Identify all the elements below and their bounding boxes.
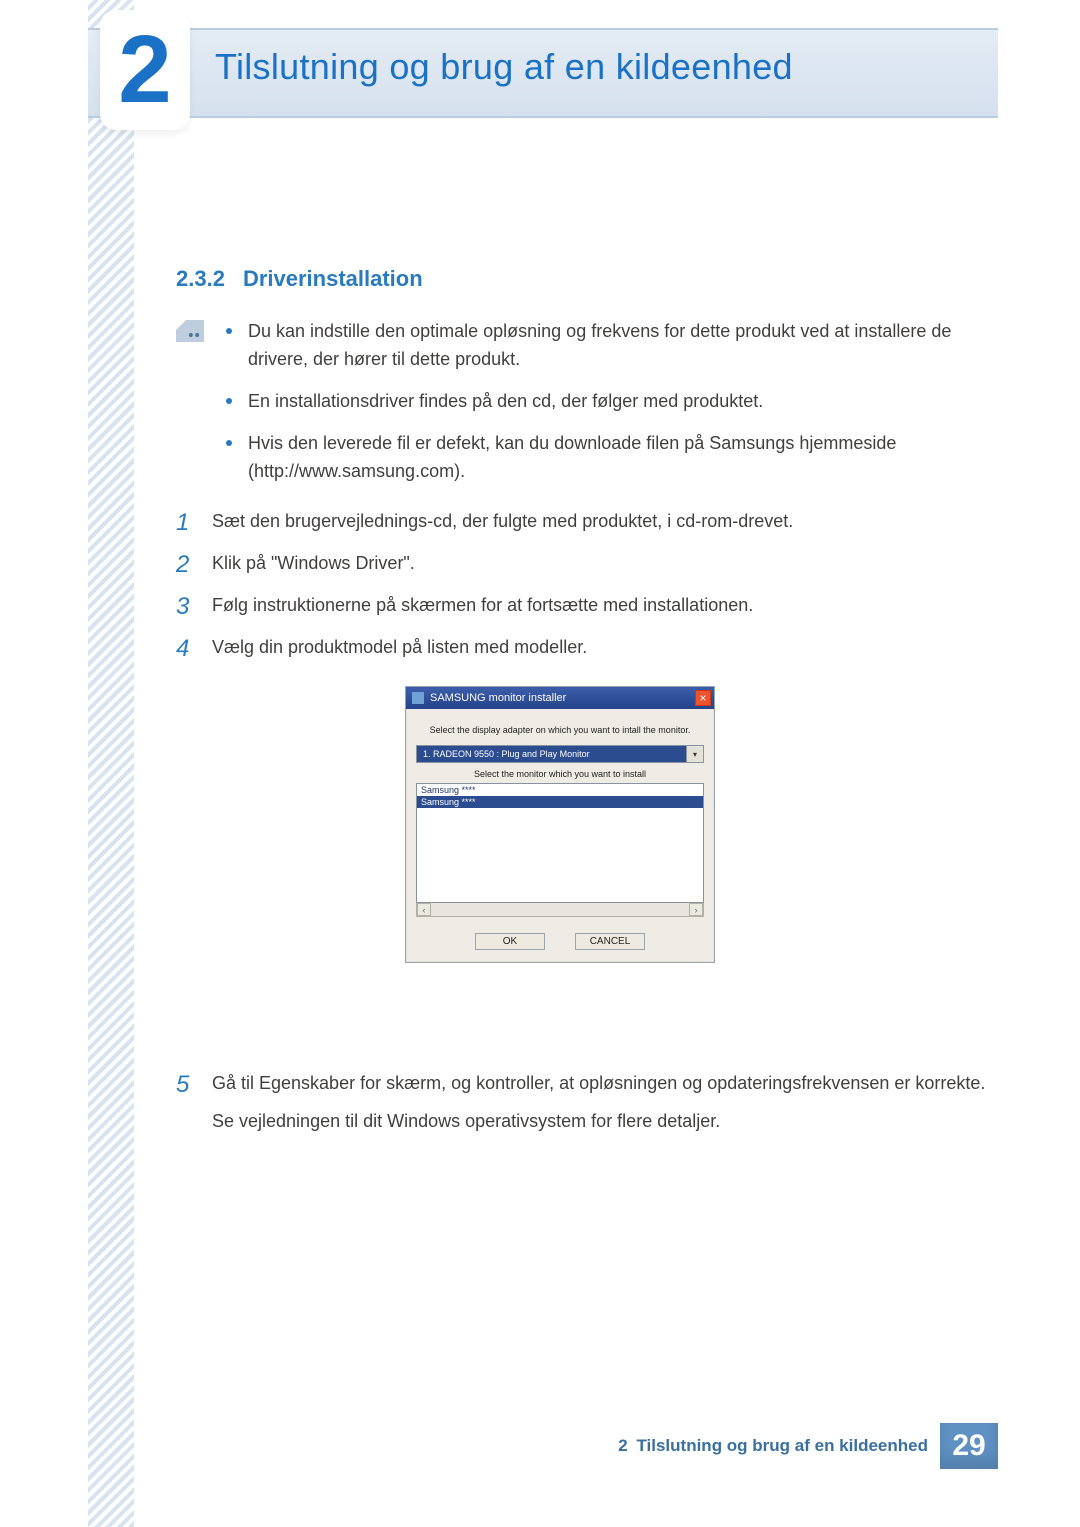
step-subtext: Se vejledningen til dit Windows operativ… [176, 1108, 986, 1136]
note-text: Du kan indstille den optimale opløsning … [248, 321, 951, 369]
note-icon [176, 320, 204, 342]
adapter-select-value: 1. RADEON 9550 : Plug and Play Monitor [416, 745, 686, 763]
close-icon[interactable]: × [695, 690, 711, 706]
note-item: Du kan indstille den optimale opløsning … [222, 318, 986, 374]
step-item: 3 Følg instruktionerne på skærmen for at… [176, 592, 986, 620]
chapter-number: 2 [118, 22, 171, 118]
step-text: Gå til Egenskaber for skærm, og kontroll… [212, 1073, 985, 1093]
dialog-button-row: OK CANCEL [416, 933, 704, 950]
chapter-badge: 2 [100, 10, 190, 130]
monitor-list[interactable]: Samsung **** Samsung **** [416, 783, 704, 903]
document-page: 2 Tilslutning og brug af en kildeenhed 2… [0, 0, 1080, 1527]
cancel-button[interactable]: CANCEL [575, 933, 645, 950]
step-text: Se vejledningen til dit Windows operativ… [212, 1111, 720, 1131]
step-item: 2 Klik på "Windows Driver". [176, 550, 986, 578]
list-item-selected[interactable]: Samsung **** [417, 796, 703, 808]
note-text: Hvis den leverede fil er defekt, kan du … [248, 433, 896, 481]
dialog-title-text: SAMSUNG monitor installer [430, 692, 566, 704]
dialog-titlebar: SAMSUNG monitor installer × [406, 687, 714, 709]
page-number: 29 [940, 1423, 998, 1469]
step-item: 4 Vælg din produktmodel på listen med mo… [176, 634, 986, 662]
scroll-right-icon[interactable]: › [689, 903, 703, 916]
ok-button[interactable]: OK [475, 933, 545, 950]
app-icon [412, 692, 424, 704]
step-text: Klik på "Windows Driver". [212, 553, 415, 573]
step-item: 1 Sæt den brugervejlednings-cd, der fulg… [176, 508, 986, 536]
step-number: 2 [176, 546, 189, 583]
footer-chapter-number: 2 [618, 1436, 627, 1455]
adapter-select[interactable]: 1. RADEON 9550 : Plug and Play Monitor ▾ [416, 745, 704, 763]
chapter-title: Tilslutning og brug af en kildeenhed [215, 46, 793, 88]
step-5-block: 5 Gå til Egenskaber for skærm, og kontro… [176, 1070, 986, 1136]
chevron-down-icon[interactable]: ▾ [686, 745, 704, 763]
step-text: Vælg din produktmodel på listen med mode… [212, 637, 587, 657]
step-number: 5 [176, 1066, 189, 1103]
note-text: En installationsdriver findes på den cd,… [248, 391, 763, 411]
installer-dialog: SAMSUNG monitor installer × Select the d… [405, 686, 715, 963]
step-number: 3 [176, 588, 189, 625]
step-number: 1 [176, 504, 189, 541]
dialog-instruction-1: Select the display adapter on which you … [416, 725, 704, 735]
horizontal-scrollbar[interactable]: ‹ › [416, 903, 704, 917]
scroll-left-icon[interactable]: ‹ [417, 903, 431, 916]
section-number: 2.3.2 [176, 266, 225, 292]
step-number: 4 [176, 630, 189, 667]
note-list: Du kan indstille den optimale opløsning … [222, 318, 986, 499]
dialog-body: Select the display adapter on which you … [406, 709, 714, 962]
footer-chapter-label: 2 Tilslutning og brug af en kildeenhed [618, 1436, 928, 1456]
page-footer: 2 Tilslutning og brug af en kildeenhed 2… [88, 1423, 998, 1469]
left-tab-strip [88, 0, 134, 1527]
step-text: Sæt den brugervejlednings-cd, der fulgte… [212, 511, 793, 531]
step-text: Følg instruktionerne på skærmen for at f… [212, 595, 753, 615]
note-item: Hvis den leverede fil er defekt, kan du … [222, 430, 986, 486]
section-heading: 2.3.2 Driverinstallation [176, 266, 423, 292]
footer-chapter-title: Tilslutning og brug af en kildeenhed [636, 1436, 928, 1455]
dialog-instruction-2: Select the monitor which you want to ins… [416, 769, 704, 779]
note-item: En installationsdriver findes på den cd,… [222, 388, 986, 416]
note-block: Du kan indstille den optimale opløsning … [176, 318, 986, 499]
step-item: 5 Gå til Egenskaber for skærm, og kontro… [176, 1070, 986, 1098]
steps-list: 1 Sæt den brugervejlednings-cd, der fulg… [176, 508, 986, 676]
section-title: Driverinstallation [243, 266, 423, 292]
list-item[interactable]: Samsung **** [417, 784, 703, 796]
